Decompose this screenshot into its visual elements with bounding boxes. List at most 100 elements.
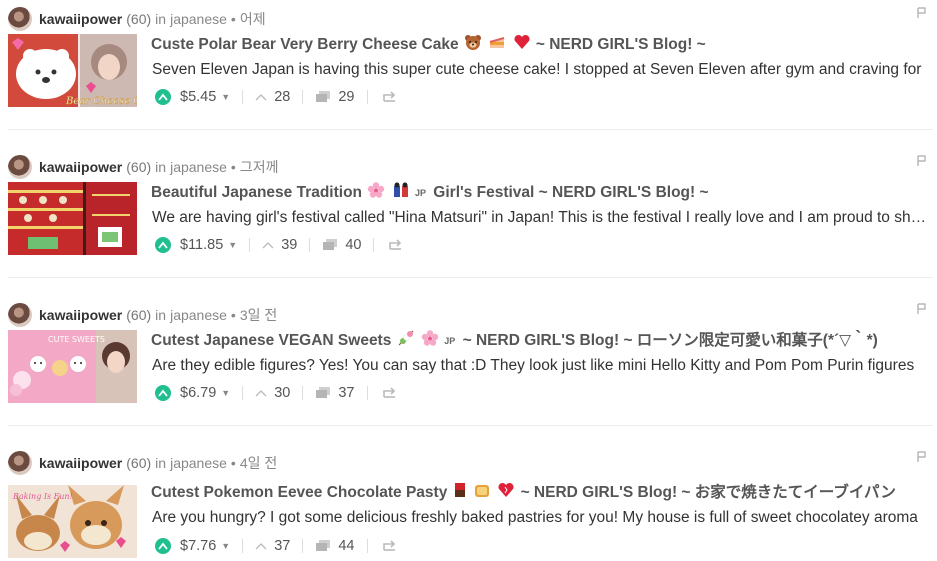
chevron-down-icon[interactable]: ▼	[221, 92, 230, 102]
author-link[interactable]: kawaiipower	[39, 159, 122, 175]
divider	[309, 238, 311, 252]
reputation: (60)	[126, 159, 152, 175]
separator-dot: •	[230, 159, 236, 175]
category-link[interactable]: japanese	[170, 159, 227, 175]
separator-dot: •	[230, 455, 236, 471]
divider	[366, 386, 368, 400]
divider	[302, 386, 304, 400]
post-thumbnail[interactable]: Bear Cheese Cake!	[8, 34, 137, 107]
thumbnail-caption: Baking Is Fun!	[12, 492, 73, 501]
author-link[interactable]: kawaiipower	[39, 455, 122, 471]
post-excerpt[interactable]: Seven Eleven Japan is having this super …	[152, 60, 928, 80]
reputation: (60)	[126, 307, 152, 323]
timestamp[interactable]: 그저께	[240, 157, 279, 177]
category-link[interactable]: japanese	[170, 455, 227, 471]
payout-value[interactable]: $7.76	[180, 538, 216, 554]
chevron-down-icon[interactable]: ▼	[228, 240, 237, 250]
post-meta: kawaiipower (60) in japanese • 어제	[8, 6, 928, 32]
comment-count[interactable]: 40	[345, 237, 361, 253]
cherry-blossom-icon	[367, 182, 385, 204]
resteem-icon[interactable]	[382, 91, 398, 103]
post-title[interactable]: Beautiful Japanese Tradition JP Girl's F…	[151, 182, 931, 204]
divider	[242, 386, 244, 400]
reputation: (60)	[126, 455, 152, 471]
in-label: in	[155, 307, 167, 323]
heart-icon	[497, 482, 515, 504]
vote-count[interactable]: 30	[274, 385, 290, 401]
payout-value[interactable]: $6.79	[180, 385, 216, 401]
post-title-text: Cutest Japanese VEGAN Sweets	[151, 332, 392, 350]
divider	[373, 238, 375, 252]
author-link[interactable]: kawaiipower	[39, 307, 122, 323]
chocolate-icon	[453, 482, 467, 504]
flag-icon[interactable]	[917, 7, 927, 19]
avatar[interactable]	[8, 155, 32, 179]
resteem-icon[interactable]	[382, 540, 398, 552]
timestamp[interactable]: 3일 전	[240, 305, 277, 325]
resteem-icon[interactable]	[388, 239, 404, 251]
post-footer: $5.45 ▼ 28 29	[155, 86, 398, 108]
vote-count[interactable]: 39	[281, 237, 297, 253]
divider	[242, 90, 244, 104]
bread-icon	[473, 482, 491, 504]
comment-icon	[323, 239, 338, 250]
chevron-down-icon[interactable]: ▼	[221, 388, 230, 398]
thumbnail-caption: Bear Cheese Cake!	[65, 96, 137, 107]
reputation: (60)	[126, 11, 152, 27]
avatar[interactable]	[8, 303, 32, 327]
post-title[interactable]: Custe Polar Bear Very Berry Cheese Cake …	[151, 34, 931, 56]
upvote-icon[interactable]	[155, 89, 171, 105]
post-meta: kawaiipower (60) in japanese • 그저께	[8, 154, 928, 180]
avatar[interactable]	[8, 7, 32, 31]
timestamp[interactable]: 4일 전	[240, 453, 277, 473]
category-link[interactable]: japanese	[170, 11, 227, 27]
post-title-text: Custe Polar Bear Very Berry Cheese Cake	[151, 36, 459, 54]
jp-flag-label: JP	[414, 188, 426, 198]
separator-dot: •	[230, 307, 236, 323]
avatar[interactable]	[8, 451, 32, 475]
divider	[366, 90, 368, 104]
upvote-icon[interactable]	[155, 385, 171, 401]
cake-icon	[488, 34, 506, 56]
post-excerpt[interactable]: Are you hungry? I got some delicious fre…	[152, 508, 928, 528]
post-item: kawaiipower (60) in japanese • 4일 전 Baki…	[0, 444, 937, 561]
votes-chevron-up-icon	[255, 390, 267, 397]
author-link[interactable]: kawaiipower	[39, 11, 122, 27]
comment-count[interactable]: 37	[338, 385, 354, 401]
payout-value[interactable]: $11.85	[180, 237, 223, 253]
post-excerpt[interactable]: We are having girl's festival called "Hi…	[152, 208, 928, 228]
upvote-icon[interactable]	[155, 538, 171, 554]
post-feed: kawaiipower (60) in japanese • 어제 Bear C	[0, 0, 937, 561]
post-title-text: Cutest Pokemon Eevee Chocolate Pasty	[151, 484, 448, 502]
in-label: in	[155, 11, 167, 27]
category-link[interactable]: japanese	[170, 307, 227, 323]
flag-icon[interactable]	[917, 303, 927, 315]
post-title[interactable]: Cutest Pokemon Eevee Chocolate Pasty ~ N…	[151, 482, 931, 504]
divider	[302, 539, 304, 553]
post-excerpt[interactable]: Are they edible figures? Yes! You can sa…	[152, 356, 928, 376]
post-footer: $7.76 ▼ 37 44	[155, 535, 398, 557]
post-thumbnail[interactable]	[8, 182, 137, 255]
comment-icon	[316, 91, 331, 102]
vote-count[interactable]: 37	[274, 538, 290, 554]
post-thumbnail[interactable]: Baking Is Fun!	[8, 485, 137, 558]
dolls-icon	[392, 182, 410, 204]
resteem-icon[interactable]	[382, 387, 398, 399]
comment-count[interactable]: 44	[338, 538, 354, 554]
timestamp[interactable]: 어제	[240, 9, 266, 29]
post-thumbnail[interactable]: CUTE SWEETS	[8, 330, 137, 403]
flag-icon[interactable]	[917, 451, 927, 463]
comment-icon	[316, 387, 331, 398]
comment-icon	[316, 540, 331, 551]
upvote-icon[interactable]	[155, 237, 171, 253]
post-title[interactable]: Cutest Japanese VEGAN Sweets JP ~ NERD G…	[151, 330, 931, 352]
in-label: in	[155, 159, 167, 175]
chevron-down-icon[interactable]: ▼	[221, 541, 230, 551]
vote-count[interactable]: 28	[274, 89, 290, 105]
heart-icon	[513, 34, 531, 56]
flag-icon[interactable]	[917, 155, 927, 167]
payout-value[interactable]: $5.45	[180, 89, 216, 105]
comment-count[interactable]: 29	[338, 89, 354, 105]
post-title-tail: ~ NERD GIRL'S Blog! ~ お家で焼きたてイーブイパン	[520, 484, 896, 502]
divider	[366, 539, 368, 553]
